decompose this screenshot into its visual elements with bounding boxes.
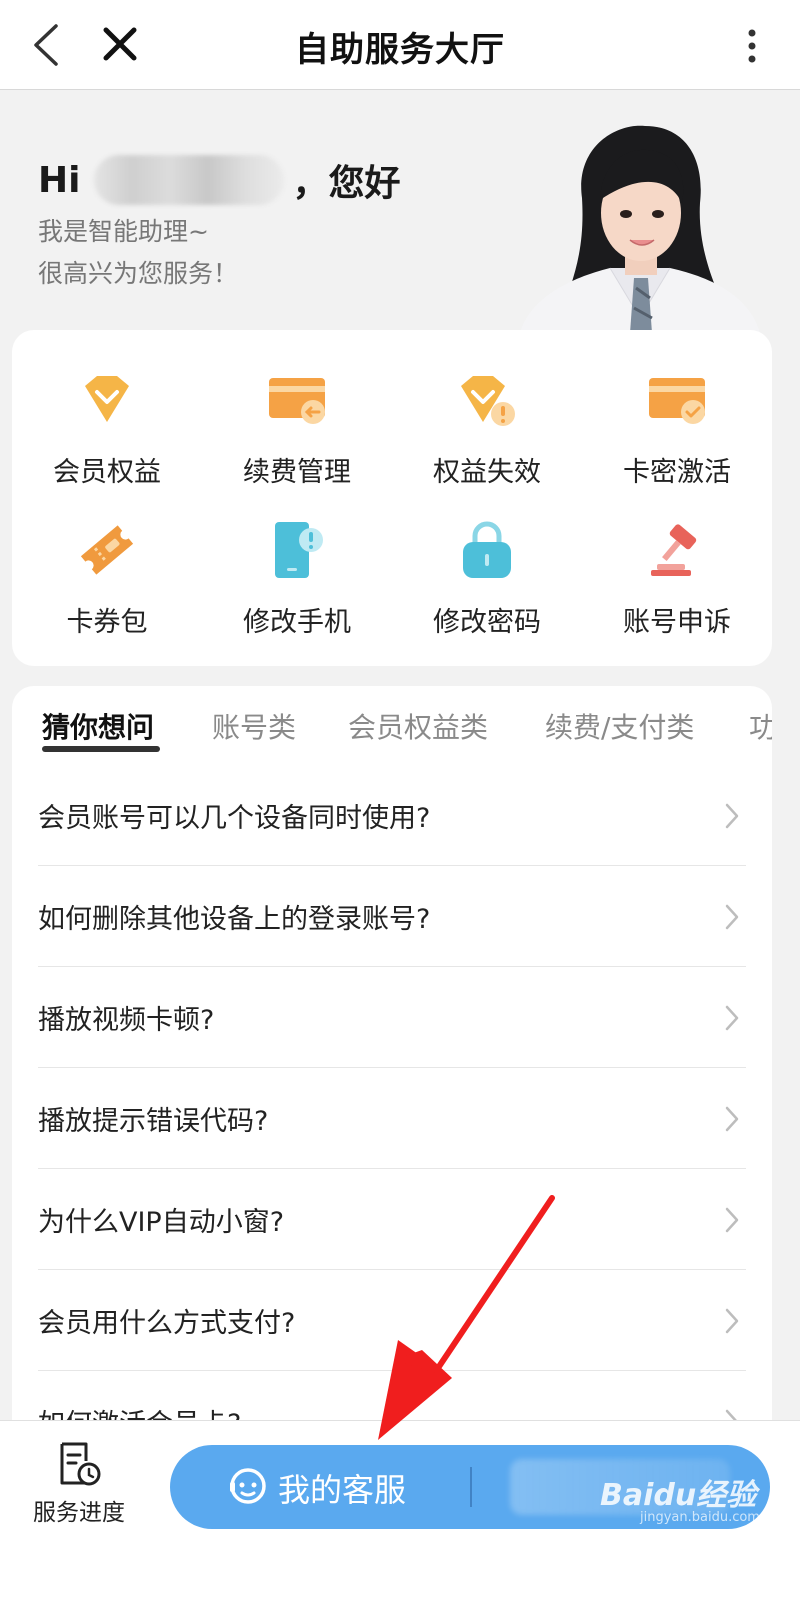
faq-tabs: 猜你想问 账号类 会员权益类 续费/支付类 功: [12, 686, 772, 766]
service-label: 账号申诉: [623, 607, 731, 638]
greeting-suffix: ，您好: [292, 163, 401, 204]
service-label: 修改密码: [433, 607, 541, 638]
service-progress-button[interactable]: 服务进度: [24, 1441, 134, 1531]
faq-question: 会员用什么方式支付?: [38, 1308, 296, 1339]
service-label: 续费管理: [243, 457, 351, 488]
service-member-benefits[interactable]: 会员权益: [12, 368, 202, 489]
service-change-phone[interactable]: 修改手机: [202, 518, 392, 639]
faq-item[interactable]: 会员账号可以几个设备同时使用?: [38, 766, 746, 866]
faq-question: 为什么VIP自动小窗?: [38, 1207, 285, 1238]
service-card-activation[interactable]: 卡密激活: [582, 368, 772, 489]
service-account-appeal[interactable]: 账号申诉: [582, 518, 772, 639]
my-customer-service-label: 我的客服: [278, 1471, 407, 1509]
greeting-line-1: 我是智能助理~: [38, 217, 209, 246]
service-change-password[interactable]: 修改密码: [392, 518, 582, 639]
chevron-right-icon: [725, 1106, 739, 1132]
blurred-content: [510, 1459, 730, 1515]
faq-item[interactable]: 播放视频卡顿?: [38, 968, 746, 1068]
tab-renewal-payment[interactable]: 续费/支付类: [545, 706, 694, 746]
service-renewal-management[interactable]: 续费管理: [202, 368, 392, 489]
chevron-right-icon: [725, 1308, 739, 1334]
chevron-right-icon: [725, 904, 739, 930]
faq-item[interactable]: 会员用什么方式支付?: [38, 1271, 746, 1371]
greeting-headline: Hi ，您好: [38, 150, 538, 210]
button-divider: [470, 1467, 472, 1507]
ticket-icon: [80, 525, 134, 575]
page-title: 自助服务大厅: [295, 30, 505, 70]
chat-bot-icon: [230, 1468, 266, 1504]
service-label: 权益失效: [433, 457, 541, 488]
service-coupon-wallet[interactable]: 卡券包: [12, 518, 202, 639]
tab-more[interactable]: 功: [749, 706, 772, 746]
service-label: 修改手机: [243, 607, 351, 638]
faq-item[interactable]: 如何删除其他设备上的登录账号?: [38, 867, 746, 967]
faq-item[interactable]: 为什么VIP自动小窗?: [38, 1170, 746, 1270]
chevron-right-icon: [725, 803, 739, 829]
service-label: 卡密激活: [623, 457, 731, 488]
faq-question: 会员账号可以几个设备同时使用?: [38, 803, 431, 834]
service-label: 会员权益: [53, 457, 161, 488]
blurred-username: [94, 155, 285, 205]
active-tab-indicator: [42, 746, 160, 752]
document-clock-icon: [60, 1442, 101, 1486]
service-benefits-invalid[interactable]: 权益失效: [392, 368, 582, 489]
lock-icon: [463, 521, 511, 578]
service-progress-label: 服务进度: [33, 1500, 125, 1526]
diamond-icon: [85, 376, 129, 422]
faq-question: 播放提示错误代码?: [38, 1106, 269, 1137]
greeting-block: Hi ，您好 我是智能助理~ 很高兴为您服务！: [38, 150, 538, 294]
chevron-right-icon: [725, 1005, 739, 1031]
service-label: 卡券包: [66, 607, 148, 638]
gavel-icon: [651, 524, 697, 576]
tab-guess[interactable]: 猜你想问: [42, 706, 154, 746]
assistant-avatar: [520, 125, 760, 333]
navigation-bar: 自助服务大厅: [0, 0, 800, 90]
more-vertical-icon[interactable]: [744, 28, 760, 64]
greeting-hi: Hi: [38, 159, 81, 201]
tab-account[interactable]: 账号类: [212, 706, 296, 746]
bottom-action-bar: 服务进度 我的客服: [0, 1420, 800, 1600]
faq-question: 如何删除其他设备上的登录账号?: [38, 904, 431, 935]
chevron-right-icon: [725, 1207, 739, 1233]
tab-member-benefits[interactable]: 会员权益类: [348, 706, 488, 746]
card-arrow-icon: [269, 378, 325, 424]
phone-warning-icon: [275, 522, 323, 578]
services-card: 会员权益 续费管理 权益失效 卡密激活 卡券包 修改手机 修改密码 账号申诉: [12, 330, 772, 666]
card-check-icon: [649, 378, 705, 424]
faq-question: 播放视频卡顿?: [38, 1005, 215, 1036]
faq-item[interactable]: 播放提示错误代码?: [38, 1069, 746, 1169]
faq-card: 猜你想问 账号类 会员权益类 续费/支付类 功 会员账号可以几个设备同时使用? …: [12, 686, 772, 1446]
my-customer-service-button[interactable]: 我的客服: [170, 1445, 770, 1529]
diamond-warning-icon: [461, 376, 515, 426]
greeting-line-2: 很高兴为您服务！: [38, 259, 239, 288]
